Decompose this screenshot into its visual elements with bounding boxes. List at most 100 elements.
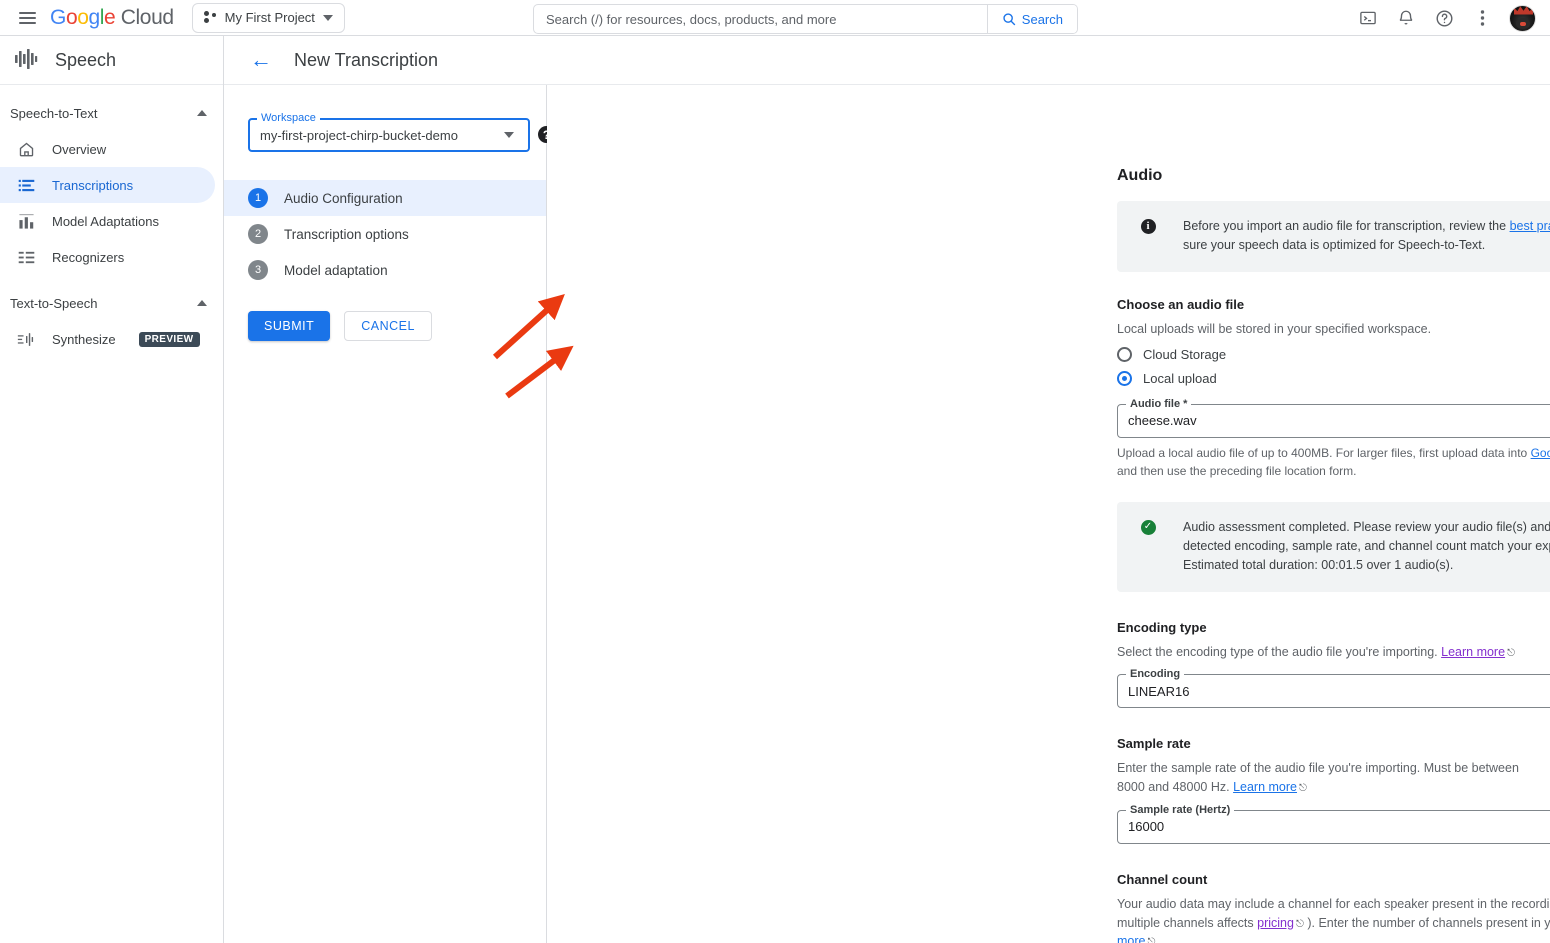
home-icon [16, 139, 36, 159]
sample-rate-legend: Sample rate (Hertz) [1126, 804, 1234, 816]
radio-icon-unselected [1117, 347, 1132, 362]
global-search[interactable]: Search [533, 4, 1078, 34]
channel-count-heading: Channel count [1117, 872, 1550, 887]
workspace-value: my-first-project-chirp-bucket-demo [260, 128, 504, 143]
sidebar-item-transcriptions[interactable]: Transcriptions [0, 167, 215, 203]
channel-count-hint: Your audio data may include a channel fo… [1117, 895, 1550, 943]
google-cloud-storage-link[interactable]: Google Cloud Storage [1531, 446, 1550, 460]
search-button-label: Search [1022, 12, 1063, 27]
step-label: Audio Configuration [284, 191, 403, 206]
step-transcription-options[interactable]: 2 Transcription options [224, 216, 546, 252]
channel-hint-2: ). Enter the number of channels present … [1304, 916, 1550, 930]
synthesize-icon [16, 329, 36, 349]
info-banner: i Before you import an audio file for tr… [1117, 201, 1550, 272]
cancel-button[interactable]: CANCEL [344, 311, 432, 341]
audio-file-value: cheese.wav [1128, 413, 1550, 428]
workspace-legend: Workspace [257, 112, 320, 124]
project-selector-label: My First Project [225, 10, 315, 25]
encoding-value: LINEAR16 [1128, 684, 1550, 699]
encoding-type-heading: Encoding type [1117, 620, 1550, 635]
chevron-down-icon [504, 132, 514, 138]
radio-icon-selected [1117, 371, 1132, 386]
radio-label: Local upload [1143, 371, 1217, 386]
account-avatar[interactable] [1509, 5, 1536, 32]
page-title: New Transcription [294, 50, 438, 71]
top-app-bar: Google Cloud My First Project Search [0, 0, 1550, 36]
audio-configuration-form: Audio i Before you import an audio file … [547, 36, 1550, 943]
wizard-actions: SUBMIT CANCEL [224, 288, 546, 341]
sample-rate-learn-more-link[interactable]: Learn more [1233, 780, 1297, 794]
encoding-hint-text: Select the encoding type of the audio fi… [1117, 645, 1441, 659]
sidebar-item-model-adaptations[interactable]: Model Adaptations [0, 203, 215, 239]
encoding-select[interactable]: Encoding LINEAR16 [1117, 674, 1550, 708]
step-number: 3 [248, 260, 268, 280]
wizard-steps: 1 Audio Configuration 2 Transcription op… [224, 180, 546, 288]
sidebar-item-overview[interactable]: Overview [0, 131, 215, 167]
external-link-icon: ⎋ [1296, 919, 1304, 930]
sample-rate-field[interactable]: Sample rate (Hertz) 16000 [1117, 810, 1550, 844]
sample-rate-heading: Sample rate [1117, 736, 1550, 751]
audio-file-field[interactable]: Audio file * cheese.wav ✕ BROWSE [1117, 404, 1550, 438]
help-question-icon[interactable] [1433, 7, 1455, 29]
radio-cloud-storage[interactable]: Cloud Storage [1117, 343, 1550, 367]
transcriptions-list-icon [16, 175, 36, 195]
hamburger-icon[interactable] [10, 1, 44, 35]
step-model-adaptation[interactable]: 3 Model adaptation [224, 252, 546, 288]
back-arrow-icon[interactable]: ← [250, 49, 272, 71]
external-link-icon: ⎋ [1147, 937, 1155, 943]
info-text-before: Before you import an audio file for tran… [1183, 219, 1510, 233]
sidebar-section-text-to-speech[interactable]: Text-to-Speech [0, 285, 223, 321]
choose-audio-file-heading: Choose an audio file [1117, 297, 1550, 312]
step-number: 1 [248, 188, 268, 208]
page-header: ← New Transcription [224, 36, 1550, 85]
channel-pricing-link[interactable]: pricing [1257, 916, 1294, 930]
chevron-up-icon [197, 300, 207, 306]
search-input[interactable] [534, 5, 987, 33]
step-number: 2 [248, 224, 268, 244]
chevron-up-icon [197, 110, 207, 116]
step-label: Model adaptation [284, 263, 388, 278]
logo-cloud-word: Cloud [121, 6, 174, 29]
sidebar-item-label: Overview [52, 142, 106, 157]
success-banner-text: Audio assessment completed. Please revie… [1183, 518, 1550, 576]
sidebar-item-label: Recognizers [52, 250, 124, 265]
bar-chart-icon [16, 211, 36, 231]
notifications-bell-icon[interactable] [1395, 7, 1417, 29]
info-icon: i [1139, 217, 1157, 256]
external-link-icon: ⎋ [1299, 783, 1307, 794]
audio-file-helper: Upload a local audio file of up to 400MB… [1117, 444, 1550, 480]
more-vertical-icon[interactable] [1471, 7, 1493, 29]
speech-waveform-icon [14, 48, 38, 73]
success-banner: ✓ Audio assessment completed. Please rev… [1117, 502, 1550, 592]
sample-rate-hint-text: Enter the sample rate of the audio file … [1117, 761, 1519, 794]
project-selector[interactable]: My First Project [192, 3, 345, 33]
topbar-actions [1357, 0, 1536, 36]
workspace-select[interactable]: Workspace my-first-project-chirp-bucket-… [248, 118, 530, 152]
cloud-shell-icon[interactable] [1357, 7, 1379, 29]
radio-local-upload[interactable]: Local upload [1117, 367, 1550, 391]
sidebar-item-synthesize[interactable]: Synthesize PREVIEW [0, 321, 215, 357]
sample-rate-hint: Enter the sample rate of the audio file … [1117, 759, 1550, 797]
external-link-icon: ⎋ [1507, 648, 1515, 659]
sidebar-item-recognizers[interactable]: Recognizers [0, 239, 215, 275]
sidebar-item-label: Transcriptions [52, 178, 133, 193]
step-audio-configuration[interactable]: 1 Audio Configuration [224, 180, 546, 216]
encoding-legend: Encoding [1126, 668, 1184, 680]
preview-badge: PREVIEW [139, 332, 200, 347]
sidebar-section-speech-to-text[interactable]: Speech-to-Text [0, 95, 223, 131]
google-cloud-logo[interactable]: Google Cloud [50, 6, 174, 30]
encoding-learn-more-link[interactable]: Learn more [1441, 645, 1505, 659]
sidebar-section-label: Text-to-Speech [10, 296, 97, 311]
sidebar-section-label: Speech-to-Text [10, 106, 97, 121]
best-practices-link[interactable]: best practices [1510, 219, 1550, 233]
helper-before: Upload a local audio file of up to 400MB… [1117, 446, 1531, 460]
sidebar-item-label: Model Adaptations [52, 214, 159, 229]
submit-button[interactable]: SUBMIT [248, 311, 330, 341]
choose-audio-file-hint: Local uploads will be stored in your spe… [1117, 320, 1550, 339]
info-banner-text: Before you import an audio file for tran… [1183, 217, 1550, 256]
audio-section-title: Audio [1117, 167, 1550, 185]
project-dots-icon [204, 11, 217, 24]
sidebar-item-label: Synthesize [52, 332, 116, 347]
radio-label: Cloud Storage [1143, 347, 1226, 362]
search-button[interactable]: Search [987, 5, 1077, 33]
